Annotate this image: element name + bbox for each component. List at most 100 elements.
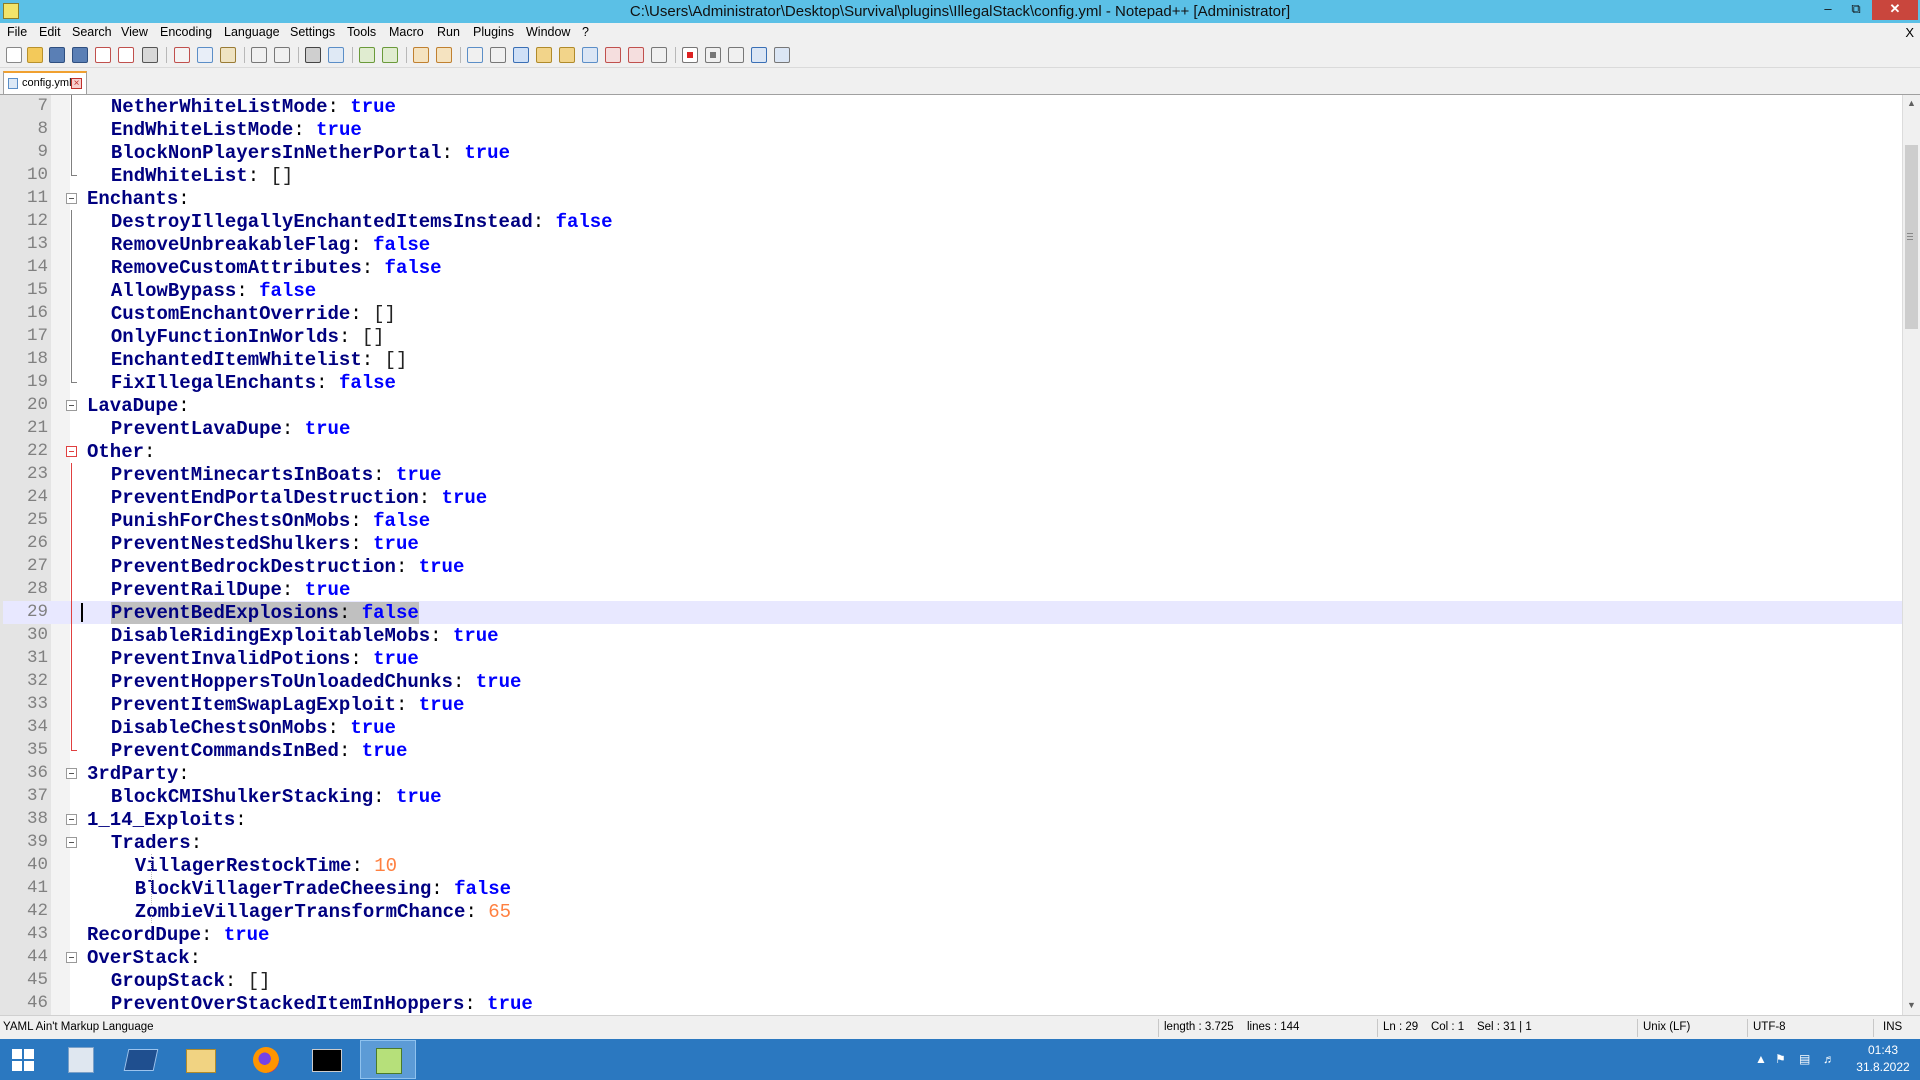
fold-toggle-icon[interactable] — [66, 193, 77, 204]
code-line[interactable]: 35 PreventCommandsInBed: true — [3, 739, 1902, 762]
close-file-icon[interactable] — [95, 47, 111, 63]
code-line[interactable]: 33 PreventItemSwapLagExploit: true — [3, 693, 1902, 716]
taskbar-notepadpp[interactable] — [360, 1040, 416, 1079]
taskbar-powershell[interactable] — [112, 1040, 168, 1079]
indent-guide-icon[interactable] — [513, 47, 529, 63]
close-button[interactable]: ✕ — [1872, 0, 1918, 20]
vertical-scrollbar[interactable]: ▲ ▼ — [1902, 95, 1920, 1015]
function-list-icon[interactable] — [582, 47, 598, 63]
code-line[interactable]: 7 NetherWhiteListMode: true — [3, 95, 1902, 118]
code-line[interactable]: 19 FixIllegalEnchants: false — [3, 371, 1902, 394]
zoom-out-icon[interactable] — [382, 47, 398, 63]
save-macro-icon[interactable] — [774, 47, 790, 63]
code-line[interactable]: 10 EndWhiteList: [] — [3, 164, 1902, 187]
volume-icon[interactable]: ♬ — [1823, 1052, 1835, 1066]
tab-close-icon[interactable]: × — [71, 78, 82, 89]
code-line[interactable]: 9 BlockNonPlayersInNetherPortal: true — [3, 141, 1902, 164]
code-line[interactable]: 28 PreventRailDupe: true — [3, 578, 1902, 601]
code-line[interactable]: 12 DestroyIllegallyEnchantedItemsInstead:… — [3, 210, 1902, 233]
close-document-button[interactable]: X — [1905, 25, 1914, 40]
paste-icon[interactable] — [220, 47, 236, 63]
minimize-button[interactable]: – — [1815, 0, 1841, 20]
code-line[interactable]: 29 PreventBedExplosions: false — [3, 601, 1902, 624]
taskbar-clock[interactable]: 01:43 31.8.2022 — [1848, 1042, 1918, 1076]
menu-language[interactable]: Language — [224, 25, 280, 39]
close-all-icon[interactable] — [118, 47, 134, 63]
fold-toggle-icon[interactable] — [66, 814, 77, 825]
menu-view[interactable]: View — [121, 25, 148, 39]
status-encoding[interactable]: UTF-8 — [1753, 1021, 1786, 1033]
cut-icon[interactable] — [174, 47, 190, 63]
show-all-characters-icon[interactable] — [490, 47, 506, 63]
code-line[interactable]: 14 RemoveCustomAttributes: false — [3, 256, 1902, 279]
code-line[interactable]: 31 PreventInvalidPotions: true — [3, 647, 1902, 670]
code-line[interactable]: 44 OverStack: — [3, 946, 1902, 969]
menu-tools[interactable]: Tools — [347, 25, 376, 39]
action-center-flag-icon[interactable]: ⚑ — [1775, 1052, 1786, 1066]
editor-area[interactable]: 7 NetherWhiteListMode: true 8 EndWhiteListM… — [0, 95, 1902, 1015]
play-macro-icon[interactable] — [728, 47, 744, 63]
save-icon[interactable] — [49, 47, 65, 63]
menu-help[interactable]: ? — [582, 25, 589, 39]
find-icon[interactable] — [305, 47, 321, 63]
menu-encoding[interactable]: Encoding — [160, 25, 212, 39]
code-line[interactable]: 36 3rdParty: — [3, 762, 1902, 785]
udl-icon[interactable] — [536, 47, 552, 63]
code-line[interactable]: 11 Enchants: — [3, 187, 1902, 210]
run-macro-multiple-icon[interactable] — [751, 47, 767, 63]
fold-toggle-icon[interactable] — [66, 952, 77, 963]
taskbar-firefox[interactable] — [238, 1040, 294, 1079]
code-line[interactable]: 45 GroupStack: [] — [3, 969, 1902, 992]
copy-icon[interactable] — [197, 47, 213, 63]
code-line[interactable]: 34 DisableChestsOnMobs: true — [3, 716, 1902, 739]
code-line[interactable]: 8 EndWhiteListMode: true — [3, 118, 1902, 141]
code-line[interactable]: 42 ZombieVillagerTransformChance: 65 — [3, 900, 1902, 923]
code-line[interactable]: 38 1_14_Exploits: — [3, 808, 1902, 831]
undo-icon[interactable] — [251, 47, 267, 63]
sync-horizontal-icon[interactable] — [436, 47, 452, 63]
stop-macro-icon[interactable] — [705, 47, 721, 63]
restore-button[interactable]: ⧉ — [1843, 0, 1869, 20]
fold-toggle-icon[interactable] — [66, 400, 77, 411]
preview-icon[interactable] — [651, 47, 667, 63]
save-all-icon[interactable] — [72, 47, 88, 63]
menu-macro[interactable]: Macro — [389, 25, 424, 39]
code-line[interactable]: 18 EnchantedItemWhitelist: [] — [3, 348, 1902, 371]
code-line[interactable]: 21 PreventLavaDupe: true — [3, 417, 1902, 440]
code-line[interactable]: 40 VillagerRestockTime: 10 — [3, 854, 1902, 877]
code-line[interactable]: 15 AllowBypass: false — [3, 279, 1902, 302]
title-bar[interactable]: C:\Users\Administrator\Desktop\Survival\… — [0, 0, 1920, 23]
taskbar-server-manager[interactable] — [52, 1040, 108, 1079]
code-line[interactable]: 41 BlockVillagerTradeCheesing: false — [3, 877, 1902, 900]
status-eol-format[interactable]: Unix (LF) — [1643, 1021, 1690, 1033]
zoom-in-icon[interactable] — [359, 47, 375, 63]
code-line[interactable]: 32 PreventHoppersToUnloadedChunks: true — [3, 670, 1902, 693]
code-line[interactable]: 37 BlockCMIShulkerStacking: true — [3, 785, 1902, 808]
menu-run[interactable]: Run — [437, 25, 460, 39]
code-line[interactable]: 16 CustomEnchantOverride: [] — [3, 302, 1902, 325]
monitoring-icon[interactable] — [628, 47, 644, 63]
replace-icon[interactable] — [328, 47, 344, 63]
code-line[interactable]: 23 PreventMinecartsInBoats: true — [3, 463, 1902, 486]
code-line[interactable]: 27 PreventBedrockDestruction: true — [3, 555, 1902, 578]
network-icon[interactable]: ▤ — [1799, 1052, 1810, 1066]
fold-toggle-icon[interactable] — [66, 837, 77, 848]
code-line[interactable]: 22 Other: — [3, 440, 1902, 463]
menu-settings[interactable]: Settings — [290, 25, 335, 39]
code-line[interactable]: 13 RemoveUnbreakableFlag: false — [3, 233, 1902, 256]
fold-toggle-icon[interactable] — [66, 446, 77, 457]
code-line[interactable]: 26 PreventNestedShulkers: true — [3, 532, 1902, 555]
code-line[interactable]: 20 LavaDupe: — [3, 394, 1902, 417]
menu-file[interactable]: File — [7, 25, 27, 39]
status-insert-mode[interactable]: INS — [1883, 1021, 1902, 1033]
taskbar-command-prompt[interactable] — [298, 1040, 354, 1079]
scroll-down-arrow-icon[interactable]: ▼ — [1903, 997, 1920, 1014]
scrollbar-thumb[interactable] — [1905, 145, 1918, 329]
menu-edit[interactable]: Edit — [39, 25, 61, 39]
word-wrap-icon[interactable] — [467, 47, 483, 63]
folder-as-workspace-icon[interactable] — [605, 47, 621, 63]
code-line[interactable]: 46 PreventOverStackedItemInHoppers: true — [3, 992, 1902, 1015]
show-hidden-icons-icon[interactable]: ▲ — [1755, 1052, 1767, 1066]
sync-vertical-icon[interactable] — [413, 47, 429, 63]
open-file-icon[interactable] — [27, 47, 43, 63]
